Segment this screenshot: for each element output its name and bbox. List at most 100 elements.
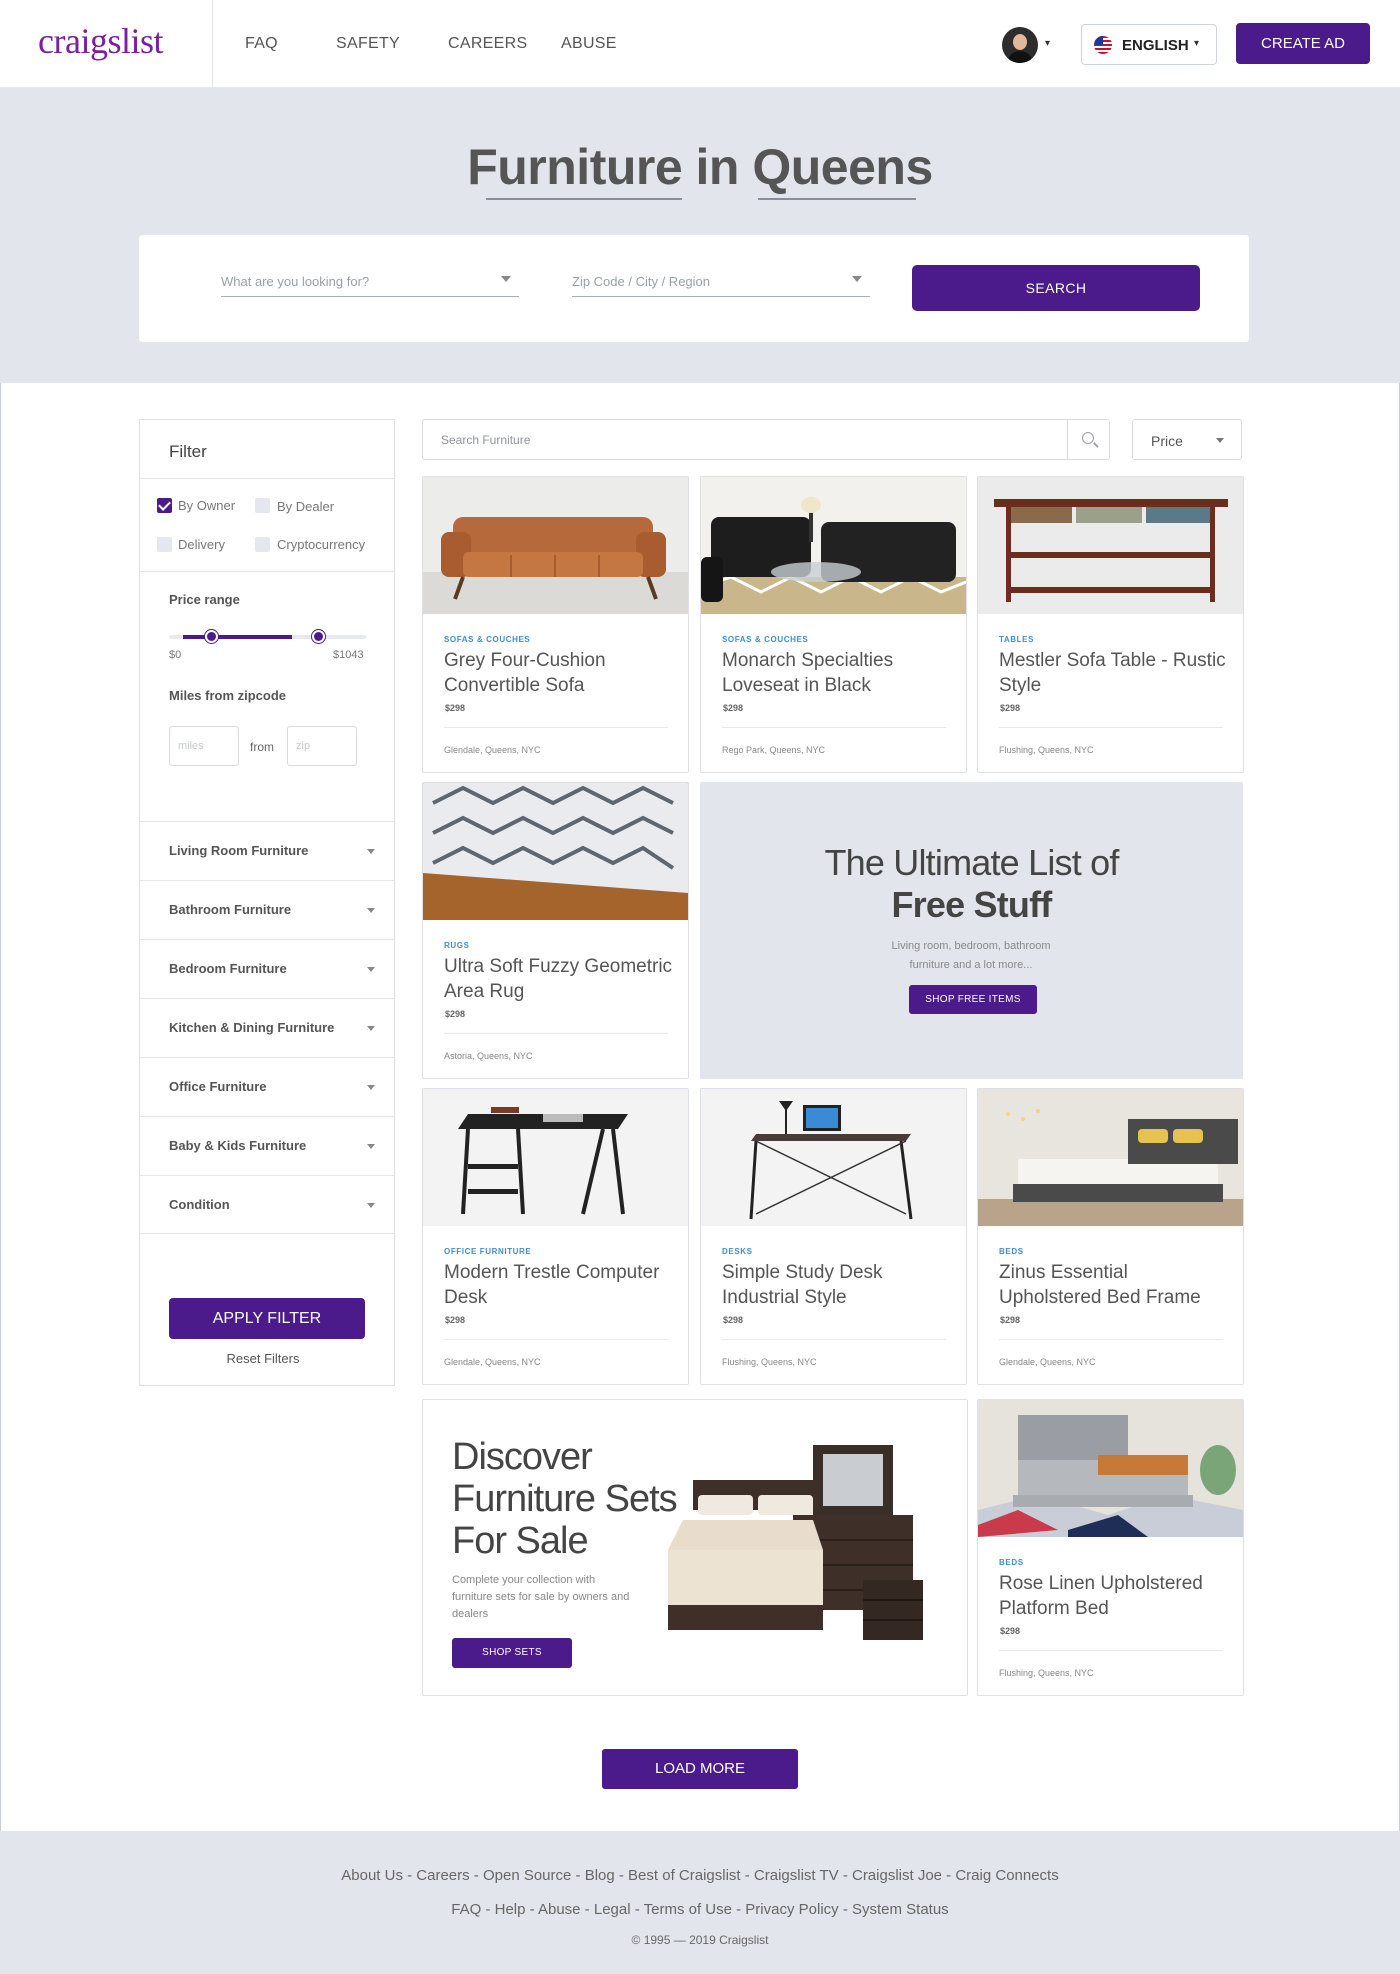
checkbox-delivery[interactable] bbox=[157, 537, 172, 552]
language-label: ENGLISH bbox=[1122, 37, 1189, 54]
divider bbox=[444, 1033, 668, 1034]
checkbox-by-owner[interactable] bbox=[157, 498, 172, 513]
price-slider-min-handle[interactable] bbox=[205, 630, 218, 643]
listing-price: $298 bbox=[723, 703, 744, 713]
furniture-sets-promo: Discover Furniture Sets For Sale Complet… bbox=[422, 1399, 968, 1696]
caret-down-icon bbox=[367, 908, 375, 913]
category-bedroom[interactable]: Bedroom Furniture bbox=[140, 939, 394, 998]
nav-safety[interactable]: SAFETY bbox=[336, 35, 400, 53]
search-placeholder: Search Furniture bbox=[441, 433, 531, 447]
listing-card[interactable]: DESKS Simple Study Desk Industrial Style… bbox=[700, 1088, 967, 1385]
category-label: Bathroom Furniture bbox=[169, 902, 292, 917]
divider bbox=[999, 1339, 1223, 1340]
listing-title[interactable]: Mestler Sofa Table - Rustic Style bbox=[999, 648, 1229, 698]
price-slider-fill bbox=[183, 635, 292, 639]
reset-filters-link[interactable]: Reset Filters bbox=[140, 1351, 386, 1366]
page-title: Furniture in Queens bbox=[467, 139, 933, 195]
listing-title[interactable]: Monarch Specialties Loveseat in Black bbox=[722, 648, 952, 698]
caret-down-icon bbox=[367, 849, 375, 854]
listing-title[interactable]: Simple Study Desk Industrial Style bbox=[722, 1260, 952, 1310]
category-label: Bedroom Furniture bbox=[169, 961, 287, 976]
listing-card[interactable]: TABLES Mestler Sofa Table - Rustic Style… bbox=[977, 476, 1244, 773]
listing-image-sofa-table bbox=[978, 477, 1243, 614]
listing-location: Glendale, Queens, NYC bbox=[444, 745, 541, 755]
category-baby-kids[interactable]: Baby & Kids Furniture bbox=[140, 1116, 394, 1175]
free-stuff-promo: The Ultimate List of Free Stuff Living r… bbox=[700, 782, 1243, 1079]
listing-title[interactable]: Rose Linen Upholstered Platform Bed bbox=[999, 1571, 1229, 1621]
title-underline bbox=[758, 198, 916, 200]
location-placeholder: Zip Code / City / Region bbox=[572, 274, 711, 289]
divider bbox=[140, 571, 394, 572]
shop-free-items-button[interactable]: SHOP FREE ITEMS bbox=[909, 985, 1037, 1014]
listing-card[interactable]: BEDS Rose Linen Upholstered Platform Bed… bbox=[977, 1399, 1244, 1696]
listing-location: Glendale, Queens, NYC bbox=[444, 1357, 541, 1367]
price-slider-max-handle[interactable] bbox=[312, 630, 325, 643]
header-divider bbox=[212, 0, 213, 88]
listing-card[interactable]: SOFAS & COUCHES Monarch Specialties Love… bbox=[700, 476, 967, 773]
category-office[interactable]: Office Furniture bbox=[140, 1057, 394, 1116]
keyword-select[interactable]: What are you looking for? bbox=[221, 267, 519, 297]
promo-title-line2: Free Stuff bbox=[891, 884, 1052, 925]
search-button[interactable]: SEARCH bbox=[912, 265, 1200, 311]
zip-input[interactable]: zip bbox=[287, 726, 357, 766]
listing-title[interactable]: Grey Four-Cushion Convertible Sofa bbox=[444, 648, 674, 698]
site-footer: About Us - Careers - Open Source - Blog … bbox=[0, 1831, 1400, 1974]
listing-category: OFFICE FURNITURE bbox=[444, 1247, 532, 1256]
checkbox-label: By Owner bbox=[178, 498, 236, 513]
listing-title[interactable]: Zinus Essential Upholstered Bed Frame bbox=[999, 1260, 1229, 1310]
sets-promo-title: Discover Furniture Sets For Sale bbox=[452, 1436, 678, 1562]
listing-image-rug bbox=[423, 783, 688, 920]
category-condition[interactable]: Condition bbox=[140, 1175, 394, 1234]
checkbox-label: Delivery bbox=[178, 537, 225, 552]
footer-links-secondary[interactable]: FAQ - Help - Abuse - Legal - Terms of Us… bbox=[0, 1901, 1400, 1918]
caret-down-icon bbox=[367, 1026, 375, 1031]
listing-card[interactable]: BEDS Zinus Essential Upholstered Bed Fra… bbox=[977, 1088, 1244, 1385]
caret-down-icon bbox=[367, 967, 375, 972]
shop-sets-button[interactable]: SHOP SETS bbox=[452, 1638, 572, 1668]
listing-location: Flushing, Queens, NYC bbox=[999, 1668, 1094, 1678]
category-label: Condition bbox=[169, 1197, 230, 1212]
divider bbox=[722, 727, 946, 728]
category-living-room[interactable]: Living Room Furniture bbox=[140, 821, 394, 880]
chevron-down-icon[interactable]: ▾ bbox=[1045, 38, 1050, 49]
checkbox-by-dealer[interactable] bbox=[255, 498, 270, 513]
craigslist-logo[interactable]: craigslist bbox=[38, 20, 163, 62]
furniture-search-input[interactable]: Search Furniture bbox=[422, 419, 1110, 460]
listing-image-computer-desk bbox=[423, 1089, 688, 1226]
nav-abuse[interactable]: ABUSE bbox=[561, 35, 617, 53]
category-bathroom[interactable]: Bathroom Furniture bbox=[140, 880, 394, 939]
category-label: Baby & Kids Furniture bbox=[169, 1138, 307, 1153]
load-more-button[interactable]: LOAD MORE bbox=[602, 1749, 798, 1789]
divider bbox=[722, 1339, 946, 1340]
listing-image-study-desk bbox=[701, 1089, 966, 1226]
nav-careers[interactable]: CAREERS bbox=[448, 35, 527, 53]
miles-label: Miles from zipcode bbox=[169, 688, 287, 703]
miles-placeholder: miles bbox=[178, 740, 204, 752]
listing-location: Astoria, Queens, NYC bbox=[444, 1051, 533, 1061]
sort-price-dropdown[interactable]: Price bbox=[1132, 419, 1242, 460]
nav-faq[interactable]: FAQ bbox=[245, 35, 278, 53]
create-ad-button[interactable]: CREATE AD bbox=[1236, 23, 1370, 64]
miles-input[interactable]: miles bbox=[169, 726, 239, 766]
listing-card[interactable]: SOFAS & COUCHES Grey Four-Cushion Conver… bbox=[422, 476, 689, 773]
listing-title[interactable]: Modern Trestle Computer Desk bbox=[444, 1260, 674, 1310]
listing-title[interactable]: Ultra Soft Fuzzy Geometric Area Rug bbox=[444, 954, 674, 1004]
category-kitchen-dining[interactable]: Kitchen & Dining Furniture bbox=[140, 998, 394, 1057]
top-header: craigslist FAQ SAFETY CAREERS ABUSE ▾ EN… bbox=[0, 0, 1400, 88]
keyword-placeholder: What are you looking for? bbox=[221, 274, 370, 289]
language-selector[interactable]: ENGLISH ▾ bbox=[1081, 24, 1217, 65]
footer-links-primary[interactable]: About Us - Careers - Open Source - Blog … bbox=[0, 1867, 1400, 1884]
listing-card[interactable]: OFFICE FURNITURE Modern Trestle Computer… bbox=[422, 1088, 689, 1385]
search-button[interactable] bbox=[1067, 420, 1109, 459]
avatar-face bbox=[1013, 34, 1027, 50]
checkbox-cryptocurrency[interactable] bbox=[255, 537, 270, 552]
caret-down-icon bbox=[367, 1203, 375, 1208]
category-label: Living Room Furniture bbox=[169, 843, 309, 858]
location-select[interactable]: Zip Code / City / Region bbox=[572, 267, 870, 297]
apply-filter-button[interactable]: APPLY FILTER bbox=[169, 1298, 365, 1339]
listing-image-platform-bed bbox=[978, 1400, 1243, 1537]
bedroom-set-image bbox=[668, 1445, 923, 1640]
listing-card[interactable]: RUGS Ultra Soft Fuzzy Geometric Area Rug… bbox=[422, 782, 689, 1079]
listing-location: Flushing, Queens, NYC bbox=[722, 1357, 817, 1367]
user-avatar[interactable] bbox=[1002, 27, 1038, 63]
